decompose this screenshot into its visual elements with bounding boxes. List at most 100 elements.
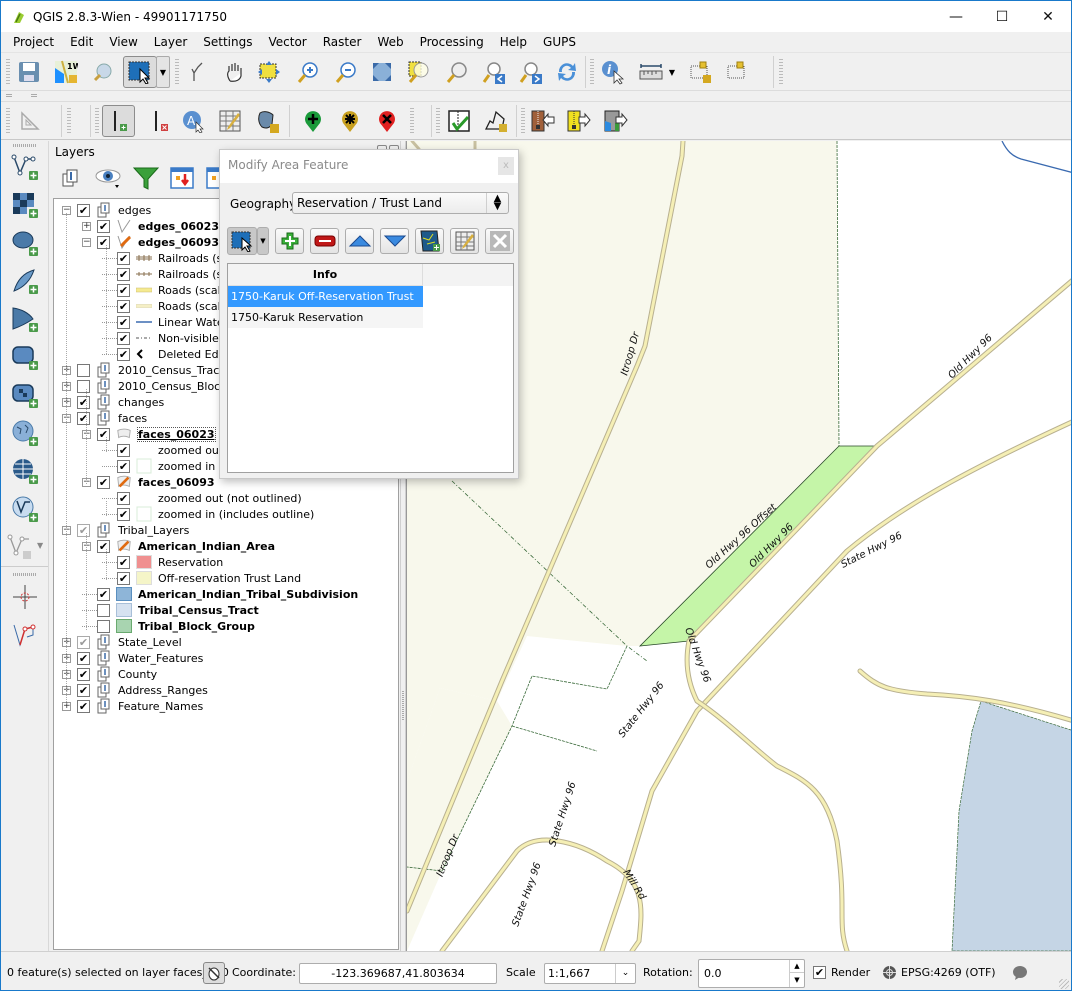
layer-visibility-checkbox[interactable]: ✔ (97, 475, 110, 489)
measure-angle-button[interactable] (15, 106, 45, 136)
toolbar-grip[interactable] (6, 59, 10, 85)
select-dropdown-button[interactable]: ▼ (156, 56, 170, 88)
node-tool-button[interactable] (9, 619, 41, 651)
menu-help[interactable]: Help (492, 35, 535, 49)
dialog-edit-table-button[interactable] (450, 228, 479, 254)
toolbar-grip[interactable] (590, 59, 594, 85)
toolbar-grip[interactable] (13, 144, 37, 147)
layer-visibility-checkbox[interactable]: ✔ (77, 395, 90, 409)
toggle-extents-button[interactable] (203, 962, 225, 984)
layer-visibility-checkbox[interactable]: ✔ (77, 667, 90, 681)
layer-visibility-checkbox[interactable]: ✔ (117, 331, 130, 345)
layer-visibility-checkbox[interactable] (77, 363, 90, 377)
reshape-button[interactable] (481, 106, 511, 136)
add-feature-button[interactable] (298, 106, 328, 136)
dialog-title-bar[interactable]: Modify Area Feature x (220, 150, 518, 183)
dialog-close-disabled-button[interactable] (485, 228, 514, 254)
label-tool-button[interactable]: A (178, 106, 208, 136)
layer-tree-item[interactable]: Tribal_Block_Group (82, 618, 255, 634)
crs-status[interactable]: EPSG:4269 (OTF) (901, 966, 996, 979)
coordinate-input[interactable]: -123.369687,41.803634 (299, 963, 497, 984)
layer-tree-item[interactable]: ✔ Roads (scale (102, 298, 227, 314)
export-map-button[interactable] (601, 106, 631, 136)
show-bookmarks-button[interactable] (723, 57, 753, 87)
zoom-to-layer-button[interactable] (442, 57, 472, 87)
pan-button[interactable] (220, 57, 250, 87)
layer-visibility-checkbox[interactable] (97, 603, 110, 617)
toolbar-grip[interactable] (6, 94, 12, 98)
new-bookmark-button[interactable] (686, 57, 716, 87)
layer-visibility-checkbox[interactable]: ✔ (117, 555, 130, 569)
dialog-move-down-button[interactable] (380, 228, 409, 254)
layer-visibility-checkbox[interactable]: ✔ (77, 635, 90, 649)
layer-visibility-checkbox[interactable]: ✔ (77, 411, 90, 425)
toolbar-grip[interactable] (67, 108, 71, 134)
measure-dropdown-button[interactable]: ▼ (665, 57, 679, 87)
layer-tree-item[interactable]: ✔ zoomed out (not outlined) (102, 490, 302, 506)
export-brown-button[interactable] (528, 106, 558, 136)
toolbar-grip[interactable] (436, 108, 440, 134)
new-print-composer-button[interactable]: 1W (51, 57, 81, 87)
menu-layer[interactable]: Layer (146, 35, 195, 49)
layer-visibility-checkbox[interactable]: ✔ (117, 299, 130, 313)
layer-tree-item[interactable]: ✔ zoomed in (in (102, 458, 233, 474)
dialog-close-button[interactable]: x (498, 157, 514, 175)
toolbar-grip[interactable] (410, 108, 414, 134)
layer-tree-item[interactable]: ✔ American_Indian_Tribal_Subdivision (82, 586, 358, 602)
resize-grip[interactable] (1059, 979, 1069, 989)
layer-tree-item[interactable]: + ✔ County (62, 666, 157, 682)
layer-visibility-checkbox[interactable]: ✔ (97, 539, 110, 553)
toggle-editing-button[interactable] (102, 105, 135, 137)
menu-gups[interactable]: GUPS (535, 35, 584, 49)
layer-tree-item[interactable]: − ✔ Tribal_Layers (62, 522, 189, 538)
menu-raster[interactable]: Raster (315, 35, 370, 49)
toolbar-grip[interactable] (31, 94, 37, 98)
layer-visibility-checkbox[interactable]: ✔ (77, 699, 90, 713)
layer-tree-item[interactable]: ✔ Linear Water (102, 314, 228, 330)
add-oracle-layer-button[interactable] (9, 341, 41, 373)
add-vector-layer-button[interactable] (9, 151, 41, 183)
info-column-header[interactable]: Info (228, 264, 423, 286)
messages-icon[interactable] (1012, 965, 1028, 980)
zoom-in-button[interactable] (293, 57, 323, 87)
zoom-last-button[interactable] (479, 57, 509, 87)
add-raster-layer-button[interactable] (9, 189, 41, 221)
splitter-grip[interactable] (402, 691, 404, 721)
maximize-button[interactable]: ☐ (979, 1, 1025, 32)
dialog-add-button[interactable] (275, 228, 304, 254)
layer-tree-item[interactable]: − ✔ American_Indian_Area (82, 538, 275, 554)
layer-visibility-checkbox[interactable] (97, 619, 110, 633)
layer-visibility-checkbox[interactable]: ✔ (117, 347, 130, 361)
table-row[interactable]: 1750-Karuk Off-Reservation Trust Land (228, 286, 423, 324)
layer-tree-item[interactable]: + ✔ edges_06023 (82, 218, 219, 234)
layer-visibility-checkbox[interactable] (77, 379, 90, 393)
select-features-button[interactable] (123, 56, 157, 88)
chevron-down-icon[interactable]: ▼ (37, 541, 43, 550)
export-yellow-button[interactable] (564, 106, 594, 136)
layer-tree-item[interactable]: ✔ zoomed in (includes outline) (102, 506, 314, 522)
validate-button[interactable] (444, 106, 474, 136)
menu-project[interactable]: Project (5, 35, 62, 49)
layer-visibility-checkbox[interactable]: ✔ (97, 219, 110, 233)
layer-tree-item[interactable]: − ✔ faces (62, 410, 147, 426)
toolbar-grip[interactable] (95, 108, 99, 134)
collapse-icon[interactable]: − (82, 237, 91, 247)
delete-feature-button[interactable] (372, 106, 402, 136)
menu-view[interactable]: View (101, 35, 145, 49)
menu-processing[interactable]: Processing (412, 35, 492, 49)
layer-tree-item[interactable]: ✔ Deleted Edge (102, 346, 232, 362)
layer-visibility-checkbox[interactable]: ✔ (77, 203, 90, 217)
add-group-button[interactable] (55, 163, 85, 193)
zoom-full-button[interactable] (367, 57, 397, 87)
menu-settings[interactable]: Settings (195, 35, 260, 49)
geography-select[interactable]: Reservation / Trust Land ▲ ▼ (292, 192, 509, 214)
dialog-add-map-button[interactable] (415, 228, 444, 254)
layer-visibility-checkbox[interactable]: ✔ (117, 491, 130, 505)
touch-zoom-button[interactable] (184, 57, 214, 87)
layer-visibility-checkbox[interactable]: ✔ (117, 283, 130, 297)
layer-visibility-checkbox[interactable]: ✔ (77, 651, 90, 665)
rotation-spinbox[interactable]: 0.0 ▲ ▼ (698, 959, 805, 988)
menu-edit[interactable]: Edit (62, 35, 101, 49)
zoom-to-selection-button[interactable] (404, 57, 434, 87)
new-vector-layer-button[interactable] (5, 531, 37, 563)
